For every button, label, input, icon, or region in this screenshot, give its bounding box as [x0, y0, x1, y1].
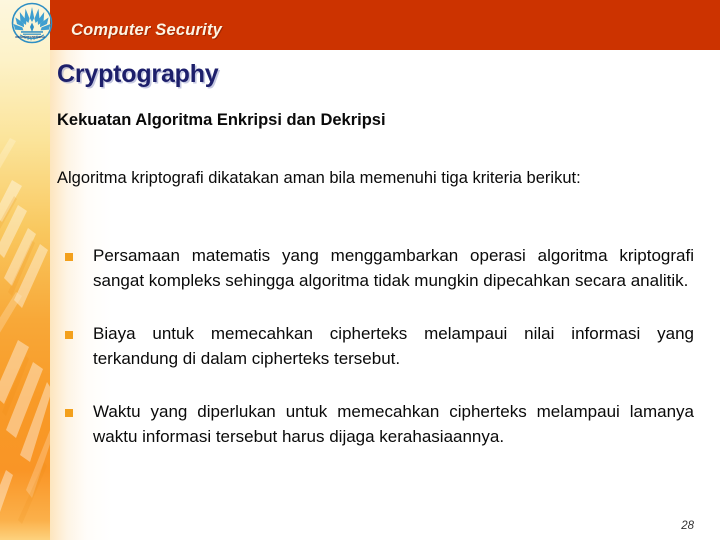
slide-canvas: Computer Security UNIVERSITAS INDONESIA …: [0, 0, 720, 540]
list-item: Biaya untuk memecahkan cipherteks melamp…: [57, 322, 694, 371]
slide-title: Cryptography: [57, 60, 219, 88]
intro-paragraph: Algoritma kriptografi dikatakan aman bil…: [57, 169, 581, 187]
square-bullet-icon: [65, 331, 73, 339]
strip-streaks-decoration: [0, 138, 50, 524]
list-item-text: Persamaan matematis yang menggambarkan o…: [93, 246, 694, 290]
list-item-text: Waktu yang diperlukan untuk memecahkan c…: [93, 402, 694, 446]
page-number: 28: [681, 520, 694, 532]
square-bullet-icon: [65, 409, 73, 417]
list-item-text: Biaya untuk memecahkan cipherteks melamp…: [93, 324, 694, 368]
list-item: Persamaan matematis yang menggambarkan o…: [57, 244, 694, 293]
logo-subtitle: UNIVERSITAS INDONESIA: [14, 36, 46, 39]
bullet-list: Persamaan matematis yang menggambarkan o…: [57, 244, 694, 449]
list-item: Waktu yang diperlukan untuk memecahkan c…: [57, 400, 694, 449]
square-bullet-icon: [65, 253, 73, 261]
section-subheading: Kekuatan Algoritma Enkripsi dan Dekripsi: [57, 111, 386, 129]
header-title: Computer Security: [71, 21, 223, 39]
